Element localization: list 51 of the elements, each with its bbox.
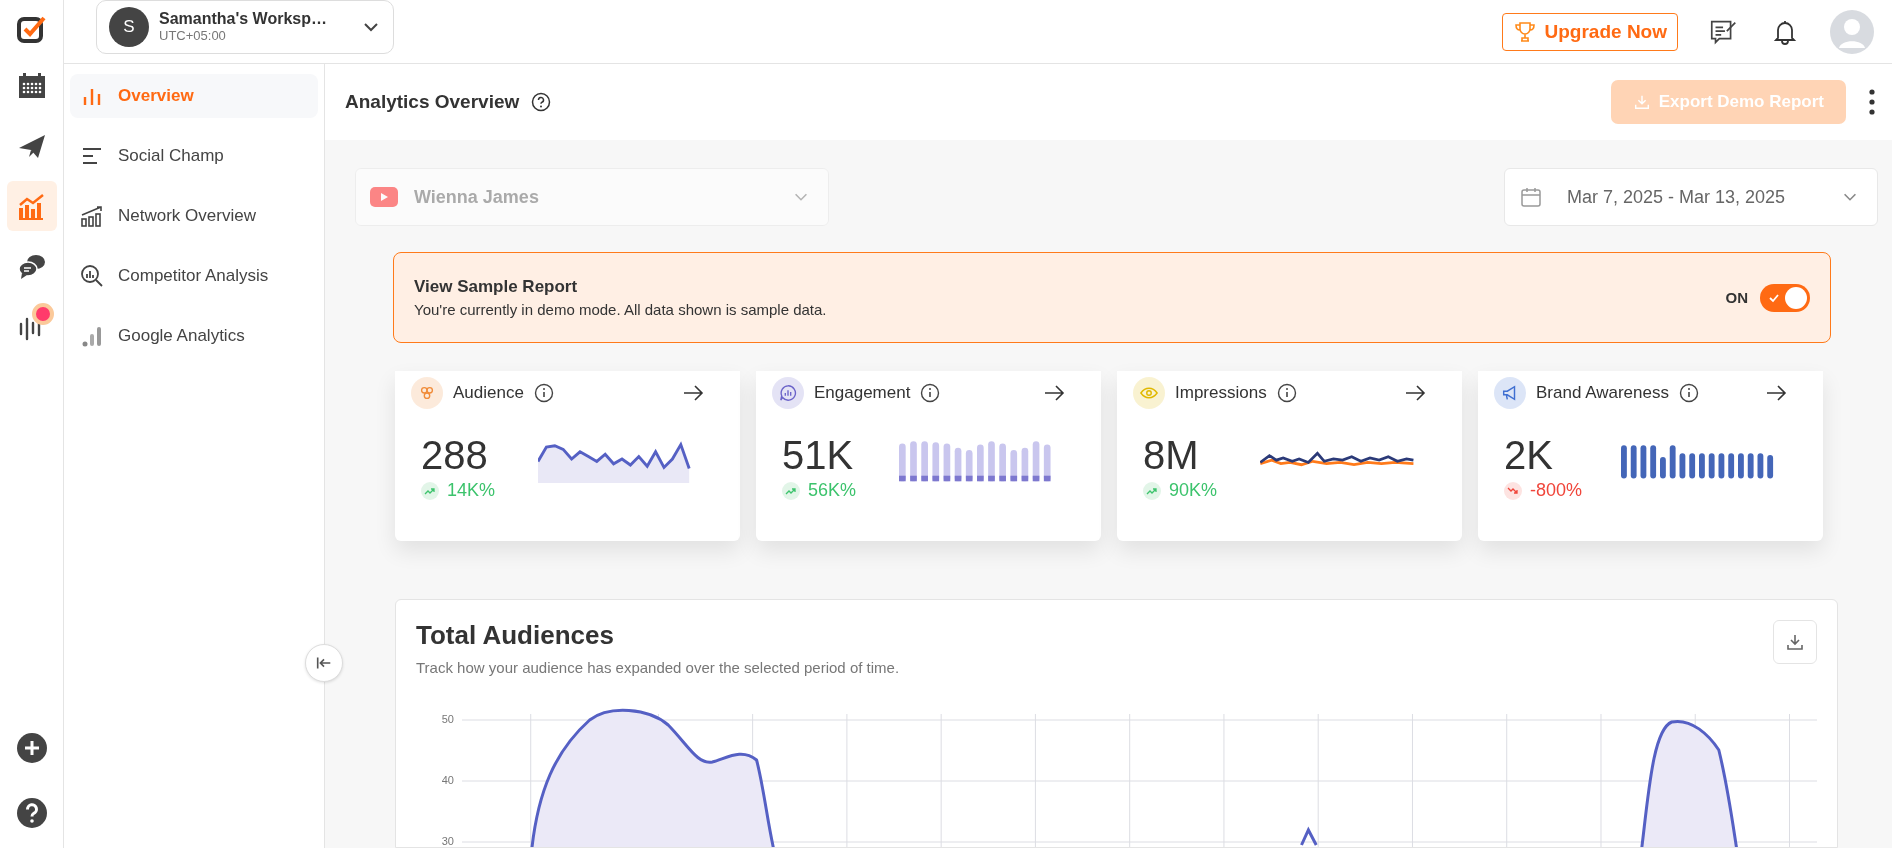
metric-title: Brand Awareness: [1536, 383, 1669, 403]
metric-value: 8M: [1143, 433, 1200, 478]
video-play-icon: [370, 187, 398, 207]
sidebar-item[interactable]: Social Champ: [70, 134, 318, 178]
sidebar-item[interactable]: Network Overview: [70, 194, 318, 238]
sidebar-item[interactable]: Competitor Analysis: [70, 254, 318, 298]
workspace-timezone: UTC+05:00: [159, 28, 227, 43]
calendar-icon: [16, 71, 47, 101]
info-icon[interactable]: [1276, 383, 1297, 403]
banner-text: You're currently in demo mode. All data shown is sample data.: [414, 301, 827, 318]
date-range-select[interactable]: Mar 7, 2025 - Mar 13, 2025: [1504, 168, 1878, 226]
trophy-icon: [1512, 19, 1537, 44]
axis-tick-label: 50: [441, 713, 454, 725]
chart-title: Total Audiences: [416, 620, 615, 651]
calendar-icon: [1519, 185, 1543, 209]
info-icon[interactable]: [1678, 383, 1699, 403]
metric-value: 2K: [1504, 433, 1554, 478]
download-icon: [1785, 632, 1805, 652]
help-icon[interactable]: [531, 92, 552, 112]
sidebar-item[interactable]: Google Analytics: [70, 314, 318, 358]
magnifier-chart-icon: [80, 264, 104, 288]
download-icon: [1632, 93, 1651, 111]
banner-title: View Sample Report: [414, 277, 579, 297]
growth-chart-icon: [80, 204, 104, 228]
page-title: Analytics Overview: [345, 91, 520, 113]
workspace-name: Samantha's Worksp…: [159, 10, 328, 28]
axis-tick-label: 40: [441, 774, 454, 786]
info-icon[interactable]: [920, 383, 941, 403]
metric-change: 90K%: [1169, 480, 1218, 501]
axis-tick-label: 30: [441, 835, 454, 847]
metric-title: Audience: [453, 383, 524, 403]
account-name: Wienna James: [414, 186, 539, 208]
metric-change: -800%: [1530, 480, 1583, 501]
metric-title: Impressions: [1175, 383, 1267, 403]
metric-change: 56K%: [808, 480, 857, 501]
add-icon[interactable]: [16, 733, 47, 763]
chart-subtitle: Track how your audience has expanded over the selected period of time.: [416, 659, 900, 676]
workspace-avatar: S: [109, 6, 149, 47]
download-button[interactable]: [1773, 620, 1817, 664]
info-icon[interactable]: [533, 383, 554, 403]
collapse-sidebar-button[interactable]: [305, 644, 343, 682]
toggle-label: ON: [1725, 289, 1748, 306]
metric-change: 14K%: [447, 480, 496, 501]
metric-value: 51K: [782, 433, 855, 478]
help-icon[interactable]: [16, 798, 47, 828]
demo-toggle[interactable]: [1760, 283, 1810, 312]
workspace-selector[interactable]: S Samantha's Worksp… UTC+05:00: [96, 0, 394, 54]
more-options-icon[interactable]: [1868, 88, 1876, 116]
signal-bars-icon: [80, 324, 104, 348]
metric-value: 288: [421, 433, 489, 478]
metric-title: Engagement: [814, 383, 911, 403]
